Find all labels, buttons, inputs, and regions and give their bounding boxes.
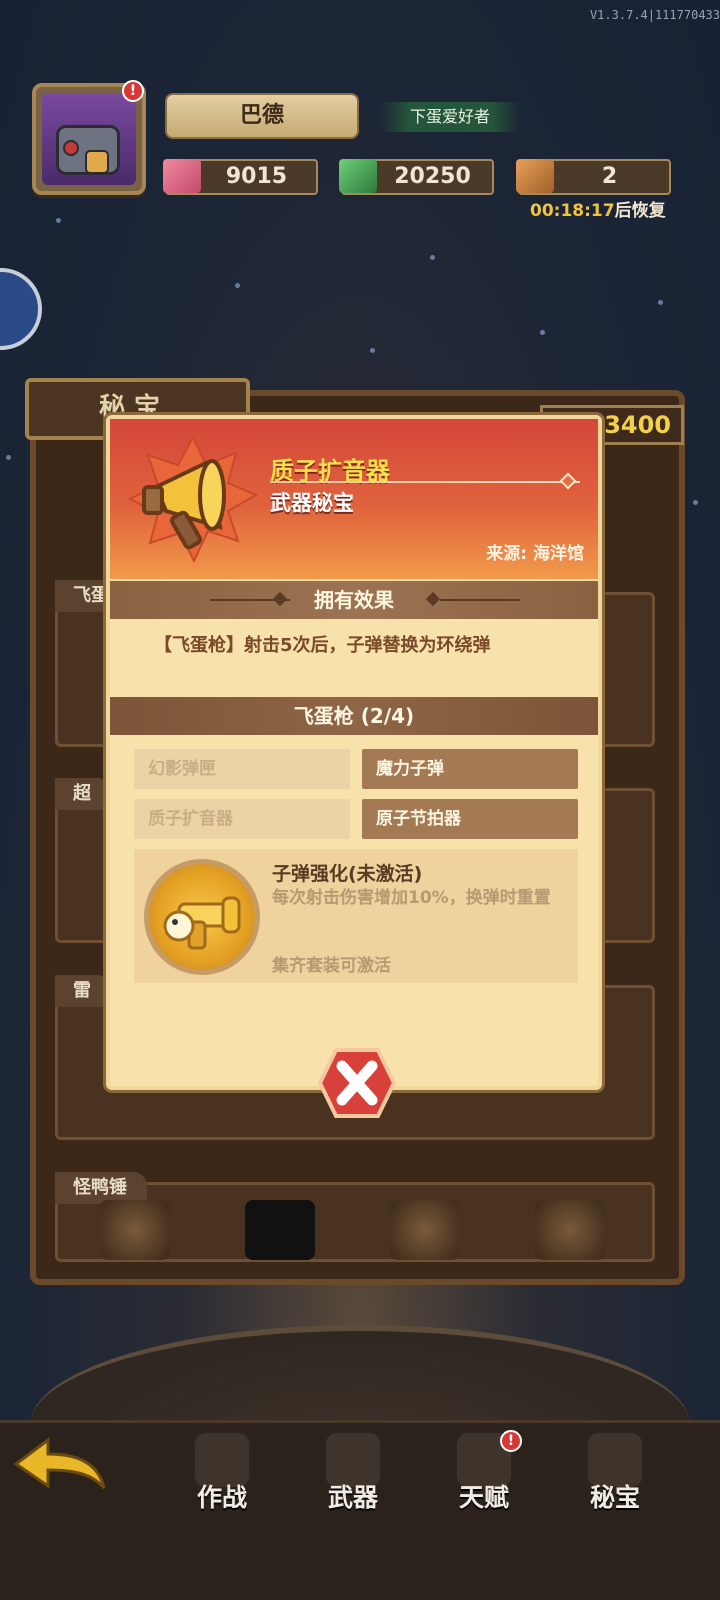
gem-icon [163,159,201,193]
treasure-slot[interactable] [390,1200,460,1260]
bonus-activation-note: 集齐套装可激活 [272,956,391,976]
nav-treasure[interactable]: 秘宝 [565,1430,665,1520]
avatar-background [42,93,136,185]
treasure-slot-locked[interactable] [245,1200,315,1260]
nav-label: 作战 [196,1483,247,1512]
star-decoration [540,330,545,335]
cash-value: 20250 [394,164,471,189]
header-decoration [440,599,520,601]
nav-battle[interactable]: 作战 [172,1430,272,1520]
header-diamond-decoration [559,472,577,490]
side-menu-button[interactable] [0,268,42,350]
player-title: 下蛋爱好者 [380,102,520,132]
treasure-slot[interactable] [100,1200,170,1260]
timer-suffix: 后恢复 [614,201,666,221]
treasure-detail-modal: 质子扩音器 武器秘宝 来源: 海洋馆 拥有效果 【飞蛋枪】射击5次后，子弹替换为… [106,415,602,1090]
ticket-counter[interactable]: 2 [516,159,671,195]
back-arrow-icon[interactable] [12,1436,108,1494]
golden-blaster-icon [144,859,260,975]
item-type: 武器秘宝 [270,491,354,515]
recovery-timer: 00:18:17后恢复 [530,196,666,221]
nav-label: 秘宝 [589,1483,640,1512]
set-section-header: 飞蛋枪 (2/4) [110,697,598,735]
star-decoration [430,255,435,260]
effect-header: 拥有效果 [314,588,394,612]
ticket-value: 2 [601,164,618,189]
set-bonus-card: 子弹强化(未激活) 每次射击伤害增加10%，换弹时重置 集齐套装可激活 [134,849,578,983]
row-label: 超 [55,778,111,810]
effect-description: 【飞蛋枪】射击5次后，子弹替换为环绕弹 [154,635,491,656]
cash-icon [339,159,377,193]
robot-avatar-icon [56,125,120,175]
ticket-icon [516,159,554,193]
set-item-phantom-mag[interactable]: 幻影弹匣 [134,749,350,789]
treasure-slot[interactable] [535,1200,605,1260]
star-decoration [56,218,61,223]
set-item-magic-bullet[interactable]: 魔力子弹 [362,749,578,789]
star-decoration [370,348,375,353]
player-name[interactable]: 巴德 [165,93,359,139]
effect-section-header: 拥有效果 [110,581,598,619]
version-label: V1.3.7.4|111770433 [589,8,720,22]
header-decoration [425,591,441,607]
nav-label: 武器 [327,1483,378,1512]
bonus-title: 子弹强化(未激活) [272,863,423,885]
bonus-description: 每次射击伤害增加10%，换弹时重置 [272,888,551,908]
avatar-alert-badge: ! [122,80,144,102]
game-screen: V1.3.7.4|111770433 ! 巴德 下蛋爱好者 9015 20250… [0,0,720,1600]
megaphone-icon [128,435,258,564]
star-decoration [658,300,663,305]
item-source: 来源: 海洋馆 [486,544,584,564]
blaster-glyph [157,896,241,950]
set-item-proton-megaphone[interactable]: 质子扩音器 [134,799,350,839]
gems-counter[interactable]: 9015 [163,159,318,195]
header-divider [270,481,580,483]
robot-eye [63,140,79,156]
gems-value: 9015 [225,164,288,189]
close-x-icon[interactable] [318,1048,396,1118]
nav-weapons[interactable]: 武器 [303,1430,403,1520]
set-item-atomic-metronome[interactable]: 原子节拍器 [362,799,578,839]
nav-label: 天赋 [458,1483,509,1512]
star-decoration [693,500,698,505]
star-decoration [6,455,11,460]
star-decoration [235,283,240,288]
cash-counter[interactable]: 20250 [339,159,494,195]
robot-faceplate [85,150,109,174]
row-label: 雷 [55,975,111,1007]
talent-alert-badge: ! [500,1430,522,1452]
header-decoration [272,591,288,607]
timer-value: 00:18:17 [530,201,615,221]
modal-header: 质子扩音器 武器秘宝 来源: 海洋馆 [110,419,598,579]
